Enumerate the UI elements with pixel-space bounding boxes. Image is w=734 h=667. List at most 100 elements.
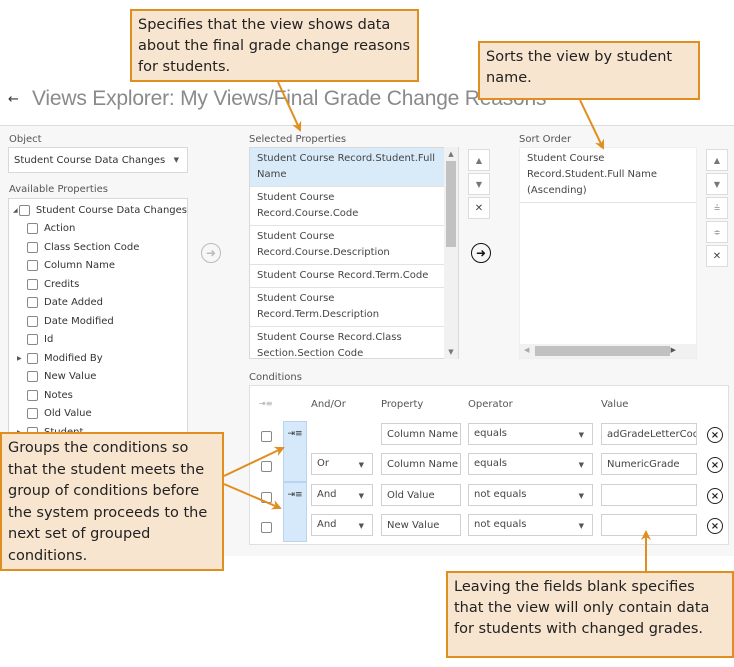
value-input[interactable]: NumericGrade [601, 453, 697, 475]
add-property-button[interactable]: ➜ [201, 243, 221, 263]
tree-item[interactable]: ▶ Modified By [13, 349, 187, 368]
selected-property-item[interactable]: Student Course Record.Student.Full Name [250, 148, 445, 187]
checkbox[interactable] [27, 352, 38, 364]
remove-condition-button[interactable]: × [707, 427, 723, 443]
property-field[interactable]: Column Name [381, 423, 461, 445]
value-input[interactable]: adGradeLetterCode [601, 423, 697, 445]
tree-item[interactable]: Notes [13, 386, 187, 405]
scroll-left-icon[interactable]: ◀ [524, 346, 529, 354]
add-to-sort-button[interactable]: ➜ [471, 243, 491, 263]
scrollbar-thumb[interactable] [446, 161, 456, 247]
checkbox[interactable] [27, 260, 38, 272]
checkbox[interactable] [18, 204, 30, 216]
move-up-button[interactable]: ▲ [468, 149, 490, 171]
checkbox[interactable] [27, 315, 38, 327]
operator-select[interactable]: not equals ▼ [468, 484, 593, 506]
checkbox[interactable] [27, 389, 38, 401]
collapse-icon[interactable]: ◢ [13, 207, 19, 214]
sort-ascending-button[interactable]: ≟ [706, 197, 728, 219]
remove-property-button[interactable]: ✕ [468, 197, 490, 219]
and-or-select[interactable]: And ▼ [311, 514, 373, 536]
checkbox[interactable] [27, 408, 38, 420]
sort-remove-button[interactable]: ✕ [706, 245, 728, 267]
object-select[interactable]: Student Course Data Changes ▼ [8, 147, 188, 173]
and-or-select[interactable]: Or ▼ [311, 453, 373, 475]
tree-item[interactable]: New Value [13, 368, 187, 387]
checkbox[interactable] [27, 241, 38, 253]
condition-row: And ▼ Old Value not equals ▼ × [250, 484, 730, 510]
tree-root[interactable]: ◢ Student Course Data Changes [13, 201, 187, 220]
tree-item[interactable]: Date Added [13, 294, 187, 313]
checkbox[interactable] [27, 223, 38, 235]
selected-property-item[interactable]: Student Course Record.Term.Description [250, 288, 445, 327]
header-and-or: And/Or [311, 399, 346, 410]
title-row: ← Views Explorer: My Views/Final Grade C… [8, 85, 546, 113]
tree-item-label: Column Name [44, 260, 115, 272]
move-down-button[interactable]: ▼ [468, 173, 490, 195]
checkbox[interactable] [27, 371, 38, 383]
operator-select[interactable]: not equals ▼ [468, 514, 593, 536]
row-checkbox[interactable] [261, 492, 272, 503]
tree-item[interactable]: Credits [13, 275, 187, 294]
sort-order-list[interactable]: Student Course Record.Student.Full Name … [519, 147, 697, 359]
row-checkbox[interactable] [261, 461, 272, 472]
value-input[interactable] [601, 514, 697, 536]
property-field[interactable]: New Value [381, 514, 461, 536]
tree-item-label: Id [44, 334, 54, 346]
sort-move-up-button[interactable]: ▲ [706, 149, 728, 171]
chevron-down-icon: ▼ [578, 461, 584, 469]
scroll-down-icon[interactable]: ▼ [444, 348, 458, 356]
remove-condition-button[interactable]: × [707, 518, 723, 534]
selected-property-item[interactable]: Student Course Record.Class Section.Sect… [250, 327, 445, 358]
tree-item[interactable]: Column Name [13, 257, 187, 276]
selected-property-item[interactable]: Student Course Record.Course.Description [250, 226, 445, 265]
row-checkbox[interactable] [261, 522, 272, 533]
value-input[interactable] [601, 484, 697, 506]
scroll-right-icon[interactable]: ▶ [671, 346, 676, 354]
available-properties-tree[interactable]: ◢ Student Course Data Changes Action Clas… [8, 198, 188, 438]
tree-item[interactable]: Id [13, 331, 187, 350]
scrollbar-thumb[interactable] [535, 346, 670, 356]
tree-item[interactable]: Date Modified [13, 312, 187, 331]
value-text: NumericGrade [607, 458, 680, 470]
selected-property-item[interactable]: Student Course Record.Course.Code [250, 187, 445, 226]
operator-select[interactable]: equals ▼ [468, 423, 593, 445]
sort-move-down-button[interactable]: ▼ [706, 173, 728, 195]
arrow-left-icon[interactable]: ← [8, 92, 24, 107]
sort-order-item[interactable]: Student Course Record.Student.Full Name … [520, 148, 696, 203]
object-label: Object [9, 134, 42, 145]
property-value: Old Value [387, 489, 435, 501]
tree-item-label: Date Modified [44, 315, 114, 327]
sort-descending-button[interactable]: ≑ [706, 221, 728, 243]
and-or-select[interactable]: And ▼ [311, 484, 373, 506]
remove-condition-button[interactable]: × [707, 488, 723, 504]
tree-item[interactable]: Action [13, 220, 187, 239]
conditions-label: Conditions [249, 372, 302, 383]
remove-condition-button[interactable]: × [707, 457, 723, 473]
sort-descending-icon: ≑ [713, 227, 721, 237]
tree-item[interactable]: Class Section Code [13, 238, 187, 257]
group-header-icon[interactable]: ⇥≡ [259, 399, 272, 408]
checkbox[interactable] [27, 334, 38, 346]
tree-item[interactable]: Old Value [13, 405, 187, 424]
operator-select[interactable]: equals ▼ [468, 453, 593, 475]
row-checkbox[interactable] [261, 431, 272, 442]
arrow-down-icon: ▼ [475, 179, 483, 189]
tree-root-label: Student Course Data Changes [35, 204, 187, 216]
and-or-value: And [317, 489, 337, 500]
selected-properties-scrollbar[interactable]: ▲ ▼ [444, 147, 458, 359]
arrow-up-icon: ▲ [475, 155, 483, 165]
expand-icon[interactable]: ▶ [17, 355, 27, 362]
chevron-down-icon: ▼ [578, 492, 584, 500]
selected-properties-list[interactable]: Student Course Record.Student.Full Name S… [249, 147, 459, 359]
property-field[interactable]: Old Value [381, 484, 461, 506]
close-circle-icon: × [710, 429, 720, 441]
selected-property-item[interactable]: Student Course Record.Term.Code [250, 265, 445, 288]
checkbox[interactable] [27, 297, 38, 309]
property-field[interactable]: Column Name [381, 453, 461, 475]
checkbox[interactable] [27, 278, 38, 290]
page-title: Views Explorer: My Views/Final Grade Cha… [32, 87, 547, 110]
sort-order-hscrollbar[interactable]: ◀ ▶ [520, 344, 696, 358]
scroll-up-icon[interactable]: ▲ [444, 150, 458, 158]
close-circle-icon: × [710, 490, 720, 502]
